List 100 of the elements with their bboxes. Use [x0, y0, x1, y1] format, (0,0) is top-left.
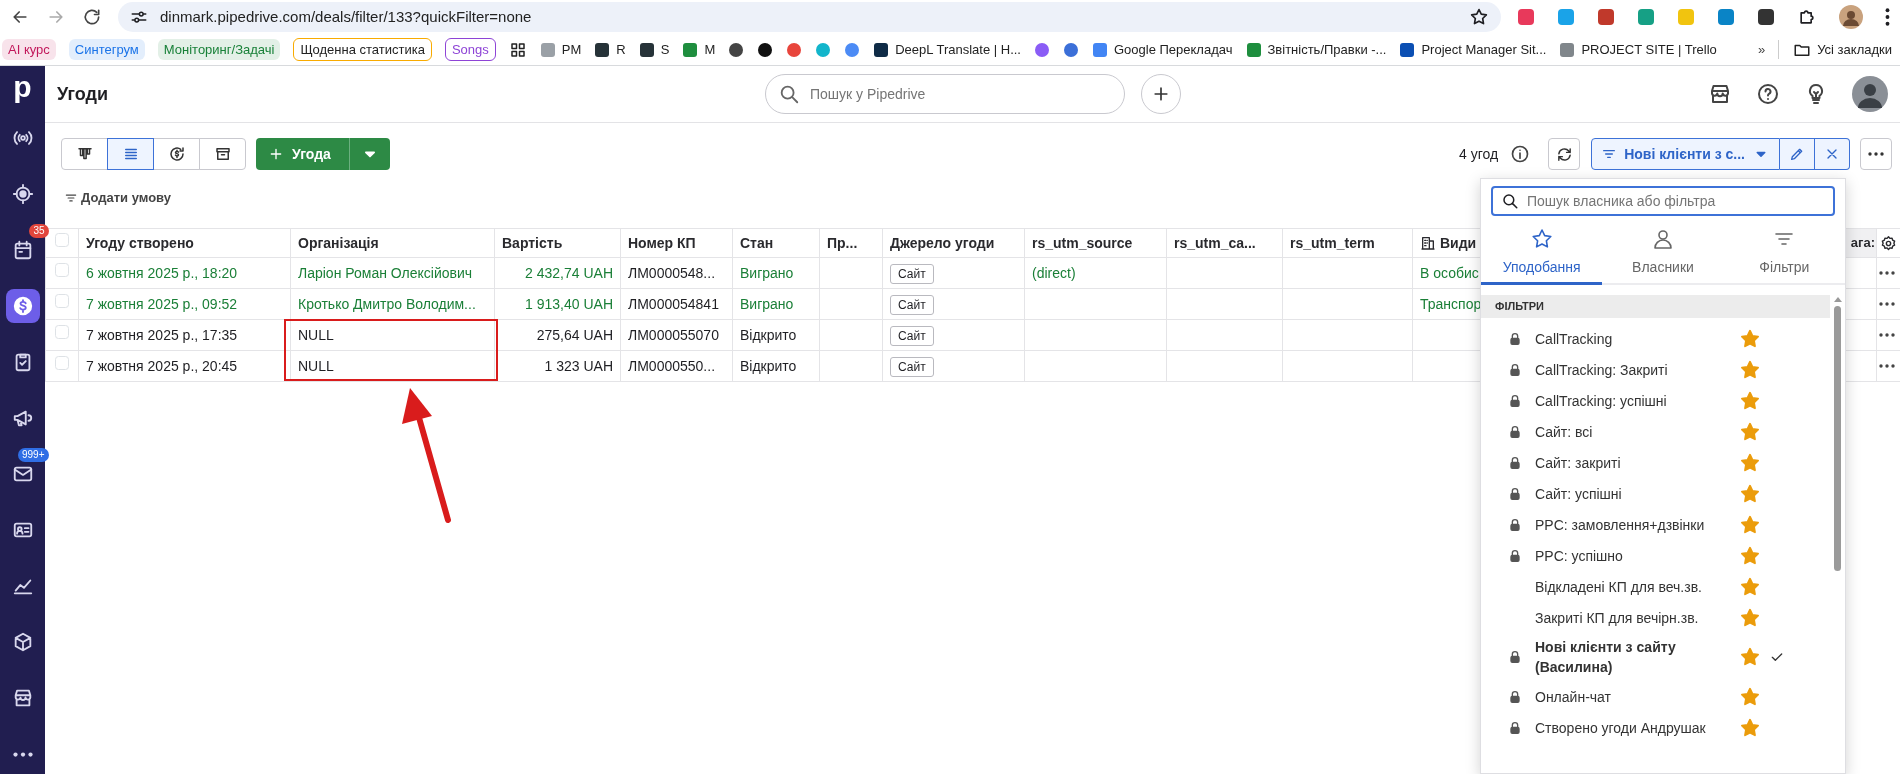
- pencil-icon: [1789, 146, 1805, 162]
- bookmark[interactable]: Моніторинг/Задачі: [157, 38, 281, 61]
- menu-icon: [1885, 8, 1890, 26]
- bookmark[interactable]: DeepL Translate | Н...: [873, 39, 1021, 60]
- favicon-icon: [1399, 41, 1416, 58]
- table-cell: 1 323 UAH: [544, 357, 613, 374]
- app-logo[interactable]: p: [13, 72, 32, 102]
- bookmark[interactable]: Щоденна статистика: [293, 37, 432, 62]
- refresh-icon: [1555, 145, 1573, 163]
- filter-item[interactable]: Сайт: успішні: [1481, 478, 1831, 509]
- filter-item[interactable]: CallTracking: [1481, 323, 1831, 354]
- address-bar[interactable]: dinmark.pipedrive.com/deals/filter/133?quickFilter=none: [118, 2, 1501, 32]
- bookmark[interactable]: AI курс: [2, 38, 56, 61]
- row-checkbox[interactable]: [55, 293, 69, 308]
- more-button[interactable]: [1860, 138, 1892, 170]
- favicon-icon: [873, 41, 890, 58]
- filter-item[interactable]: Відкладені КП для веч.зв.: [1481, 571, 1831, 602]
- search-field[interactable]: Пошук у Pipedrive: [808, 82, 1112, 106]
- star-icon: [1739, 606, 1761, 629]
- table-cell[interactable]: NULL: [298, 357, 334, 374]
- favicon-icon: [1559, 41, 1576, 58]
- table-cell: Виграно: [740, 264, 794, 281]
- extension-icon[interactable]: [1757, 8, 1775, 26]
- star-icon: [1739, 685, 1761, 708]
- column-header[interactable]: Види: [1440, 232, 1477, 254]
- favicon-icon: [539, 41, 556, 58]
- apps-grid-icon: [508, 40, 527, 59]
- filter-item[interactable]: Нові клієнти з сайту (Василина): [1481, 633, 1831, 681]
- more-icon: [1879, 333, 1895, 337]
- bookmark[interactable]: Звітність/Правки -...: [1245, 39, 1387, 60]
- bookmark[interactable]: PM: [539, 39, 582, 60]
- bookmark[interactable]: Songs: [444, 37, 496, 62]
- row-checkbox[interactable]: [55, 355, 69, 370]
- filter-item[interactable]: PPC: замовлення+дзвінки: [1481, 509, 1831, 540]
- bookmark[interactable]: [757, 41, 774, 58]
- favicon-icon: [757, 41, 774, 58]
- lock-icon: [1507, 649, 1523, 665]
- star-icon: [1739, 646, 1761, 668]
- star-icon: [1529, 227, 1554, 251]
- add-deal-button[interactable]: Угода: [256, 138, 349, 170]
- row-menu-button[interactable]: [1879, 271, 1895, 275]
- edit-filter-button[interactable]: [1780, 138, 1815, 170]
- refresh-button[interactable]: [1548, 138, 1581, 170]
- table-cell[interactable]: NULL: [298, 326, 334, 343]
- filter-item[interactable]: Онлайн-чат: [1481, 681, 1831, 712]
- bookmark[interactable]: PROJECT SITE | Trello: [1559, 39, 1717, 60]
- row-checkbox[interactable]: [55, 324, 69, 339]
- avatar-icon[interactable]: [1852, 76, 1888, 112]
- row-menu-button[interactable]: [1879, 333, 1895, 337]
- view-toggle[interactable]: [199, 138, 246, 170]
- select-all-checkbox[interactable]: [55, 232, 69, 247]
- bookmark[interactable]: Project Manager Sit...: [1399, 39, 1547, 60]
- star-icon: [1739, 327, 1761, 350]
- tab[interactable]: Уподобання: [1481, 223, 1603, 285]
- marketplace-icon: [1708, 82, 1732, 106]
- dropdown-toggle-button[interactable]: [348, 138, 390, 170]
- scroll-up-icon[interactable]: [1832, 295, 1843, 303]
- bookmark[interactable]: Синтегрум: [68, 38, 145, 61]
- sidebar-item[interactable]: [5, 289, 40, 323]
- clear-filter-button[interactable]: [1815, 138, 1850, 170]
- all-bookmarks-link[interactable]: Усі закладки: [1778, 39, 1892, 60]
- filter-button[interactable]: Нові клієнти з с...: [1591, 138, 1780, 170]
- tab[interactable]: Власники: [1602, 223, 1724, 285]
- bookmark[interactable]: Google Перекладач: [1091, 39, 1233, 60]
- extension-icon[interactable]: [1597, 8, 1615, 26]
- avatar-icon[interactable]: [1839, 5, 1863, 29]
- view-toggle[interactable]: [61, 138, 108, 170]
- bookmark[interactable]: [728, 41, 745, 58]
- page-title: Угоди: [57, 82, 110, 106]
- row-checkbox[interactable]: [55, 262, 69, 277]
- filter-item[interactable]: CallTracking: Закриті: [1481, 354, 1831, 385]
- reload-button[interactable]: [82, 7, 102, 27]
- filter-item[interactable]: Сайт: всі: [1481, 416, 1831, 447]
- view-toggle[interactable]: [107, 138, 154, 170]
- source-tag: Сайт: [890, 294, 934, 315]
- filter-item[interactable]: Закриті КП для вечірн.зв.: [1481, 602, 1831, 633]
- extensions-icon: [1797, 7, 1817, 27]
- bookmark[interactable]: S: [638, 39, 670, 60]
- star-icon: [1739, 451, 1761, 474]
- view-toggle[interactable]: [153, 138, 200, 170]
- lock-icon: [1507, 719, 1523, 736]
- more-bookmarks-button[interactable]: »: [1758, 39, 1766, 60]
- filter-item[interactable]: PPC: успішно: [1481, 540, 1831, 571]
- row-menu-button[interactable]: [1879, 302, 1895, 306]
- bookmark[interactable]: M: [682, 39, 716, 60]
- favicon-icon: [1091, 41, 1108, 58]
- add-button[interactable]: [1141, 74, 1181, 114]
- table-cell: Транспор: [1420, 295, 1482, 312]
- lock-icon: [1507, 516, 1523, 533]
- star-icon: [1739, 482, 1761, 505]
- bookmark[interactable]: [508, 40, 527, 59]
- filter-item[interactable]: Створено угоди Андрушак: [1481, 712, 1831, 743]
- tab[interactable]: Фільтри: [1723, 223, 1845, 285]
- search-bar[interactable]: Пошук власника або фільтра: [1491, 186, 1835, 216]
- bookmark[interactable]: R: [594, 39, 626, 60]
- star-icon: [1739, 544, 1761, 567]
- filter-item[interactable]: CallTracking: успішні: [1481, 385, 1831, 416]
- add-condition-button[interactable]: Додати умову: [64, 188, 171, 208]
- row-menu-button[interactable]: [1879, 364, 1895, 368]
- filter-item[interactable]: Сайт: закриті: [1481, 447, 1831, 478]
